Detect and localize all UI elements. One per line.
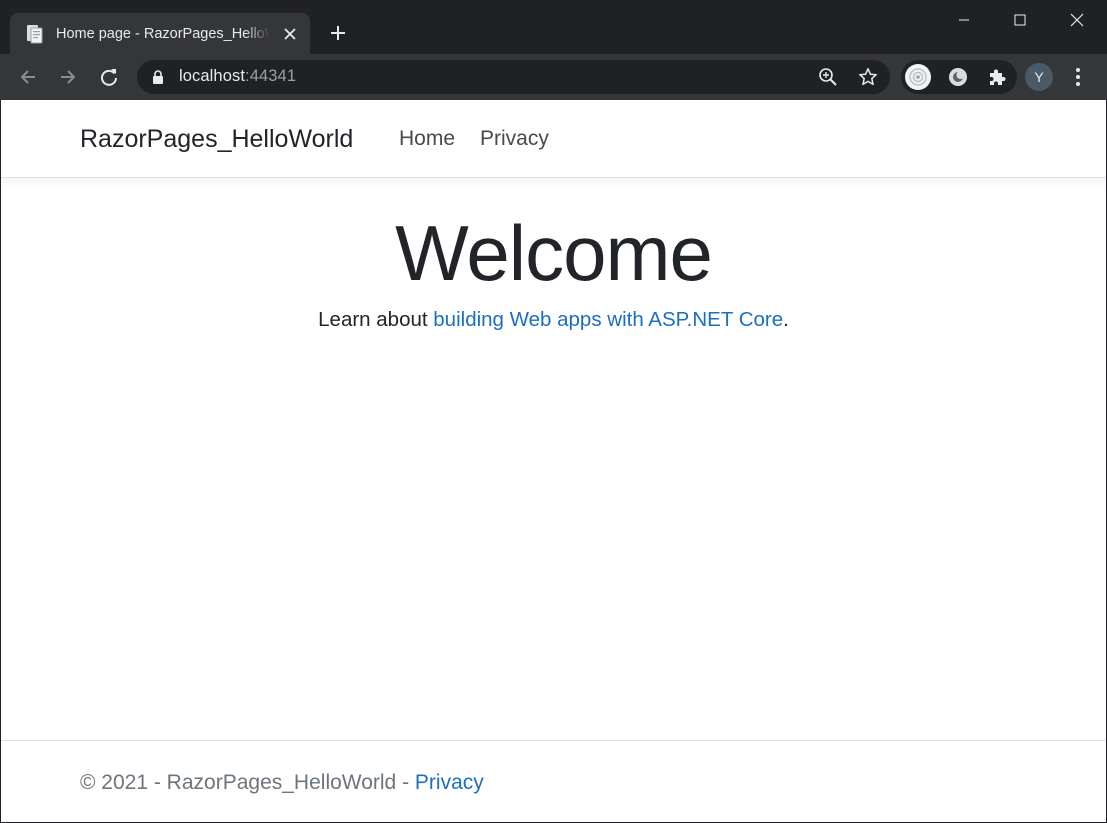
- back-arrow-icon[interactable]: [12, 61, 44, 93]
- lock-icon[interactable]: [151, 70, 165, 84]
- url-text[interactable]: localhost:44341: [179, 67, 296, 86]
- nav-home-link[interactable]: Home: [399, 127, 455, 151]
- url-host: localhost: [179, 67, 246, 85]
- maximize-icon[interactable]: [991, 0, 1049, 40]
- footer-copyright: © 2021 - RazorPages_HelloWorld -: [80, 771, 415, 794]
- intro-suffix: .: [783, 308, 789, 331]
- tab-close-icon[interactable]: [278, 22, 302, 46]
- site-brand-link[interactable]: RazorPages_HelloWorld: [80, 125, 353, 154]
- forward-arrow-icon[interactable]: [52, 61, 84, 93]
- bookmark-star-icon[interactable]: [856, 65, 880, 89]
- url-port: :44341: [245, 67, 297, 85]
- nav-privacy-link[interactable]: Privacy: [480, 127, 549, 151]
- new-tab-icon[interactable]: [324, 19, 352, 47]
- page-favicon-icon: [24, 23, 46, 45]
- extension-target-icon[interactable]: [905, 64, 931, 90]
- reload-icon[interactable]: [93, 61, 125, 93]
- footer-text: © 2021 - RazorPages_HelloWorld - Privacy: [80, 771, 484, 795]
- window-close-icon[interactable]: [1048, 0, 1106, 40]
- tab-title: Home page - RazorPages_HelloWorld: [56, 25, 270, 42]
- browser-titlebar: Home page - RazorPages_HelloWorld: [0, 0, 1107, 54]
- page-viewport: RazorPages_HelloWorld Home Privacy Welco…: [1, 100, 1106, 822]
- extension-moon-icon[interactable]: [945, 64, 971, 90]
- zoom-icon[interactable]: [816, 65, 840, 89]
- extensions-group: [901, 60, 1017, 94]
- docs-link[interactable]: building Web apps with ASP.NET Core: [433, 308, 783, 331]
- profile-avatar[interactable]: Y: [1025, 63, 1053, 91]
- minimize-icon[interactable]: [935, 0, 993, 40]
- address-bar[interactable]: localhost:44341: [137, 60, 890, 94]
- intro-prefix: Learn about: [318, 308, 434, 331]
- footer-privacy-link[interactable]: Privacy: [415, 771, 484, 794]
- more-menu-icon[interactable]: [1066, 63, 1090, 91]
- page-heading: Welcome: [395, 209, 713, 297]
- extensions-puzzle-icon[interactable]: [984, 64, 1010, 90]
- site-navbar: RazorPages_HelloWorld Home Privacy: [1, 100, 1106, 178]
- intro-paragraph: Learn about building Web apps with ASP.N…: [1, 308, 1106, 332]
- browser-tab[interactable]: Home page - RazorPages_HelloWorld: [10, 13, 310, 54]
- site-footer: © 2021 - RazorPages_HelloWorld - Privacy: [1, 740, 1106, 822]
